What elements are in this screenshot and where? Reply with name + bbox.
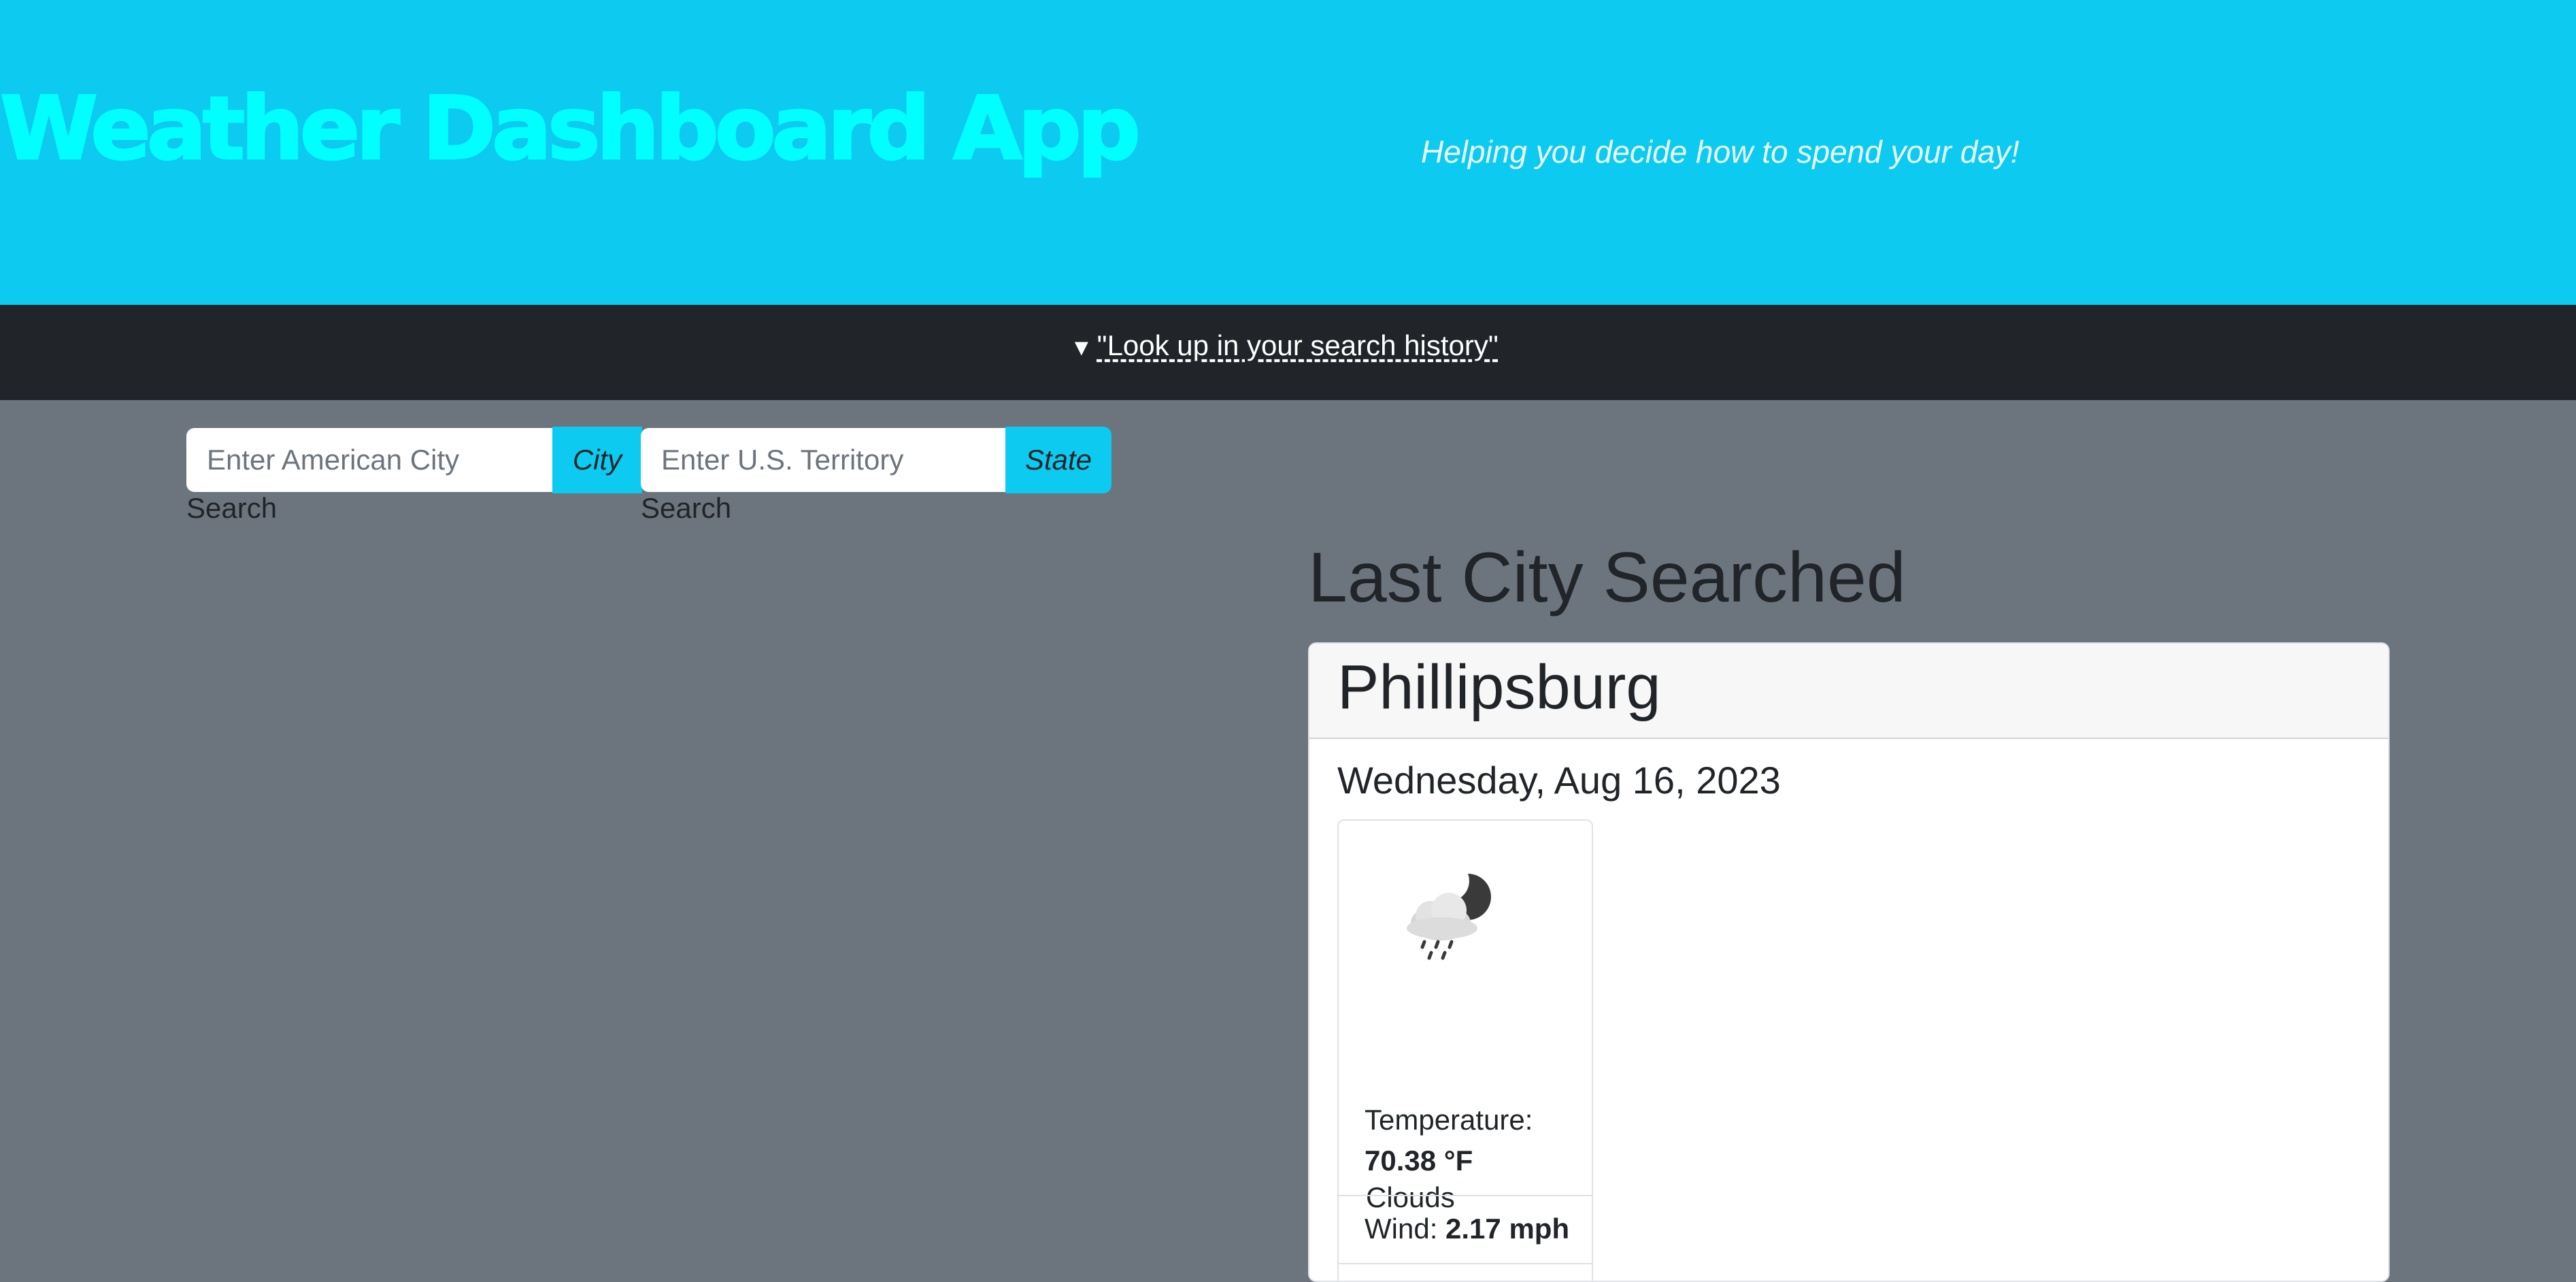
wind-label: Wind: <box>1365 1213 1438 1245</box>
temperature-label: Temperature: <box>1365 1104 1533 1136</box>
last-city-title: Last City Searched <box>1308 538 1906 617</box>
wind-value: 2.17 mph <box>1445 1213 1570 1245</box>
city-weather-card: Phillipsburg Wednesday, Aug 16, 2023 Clo… <box>1308 642 2390 1282</box>
card-divider <box>1339 1263 1592 1264</box>
city-name: Phillipsburg <box>1337 653 1661 722</box>
state-search-input[interactable] <box>641 428 1007 492</box>
city-search-caption: Search <box>186 492 278 524</box>
temperature-value: 70.38 °F <box>1365 1145 1473 1177</box>
city-card-header: Phillipsburg <box>1309 644 2388 739</box>
city-search-input[interactable] <box>186 428 552 492</box>
temperature-stat: Temperature: 70.38 °F <box>1365 1100 1533 1181</box>
page-header: Weather Dashboard App Helping you decide… <box>0 0 2576 305</box>
search-history-toggle[interactable]: ▼ "Look up in your search history" <box>1070 329 1499 362</box>
cloud-moon-rain-icon <box>1407 868 1491 960</box>
app-tagline: Helping you decide how to spend your day… <box>1421 134 2020 169</box>
triangle-down-icon: ▼ <box>1070 335 1093 361</box>
search-history-label: "Look up in your search history" <box>1097 329 1499 361</box>
wind-stat: Wind: 2.17 mph <box>1365 1209 1569 1249</box>
city-search-button[interactable]: City <box>552 427 642 493</box>
state-search-button[interactable]: State <box>1005 427 1111 493</box>
forecast-date: Wednesday, Aug 16, 2023 <box>1337 759 1781 802</box>
state-search-caption: Search <box>641 492 732 524</box>
app-title: Weather Dashboard App <box>0 78 1142 181</box>
card-divider <box>1337 1195 1593 1196</box>
